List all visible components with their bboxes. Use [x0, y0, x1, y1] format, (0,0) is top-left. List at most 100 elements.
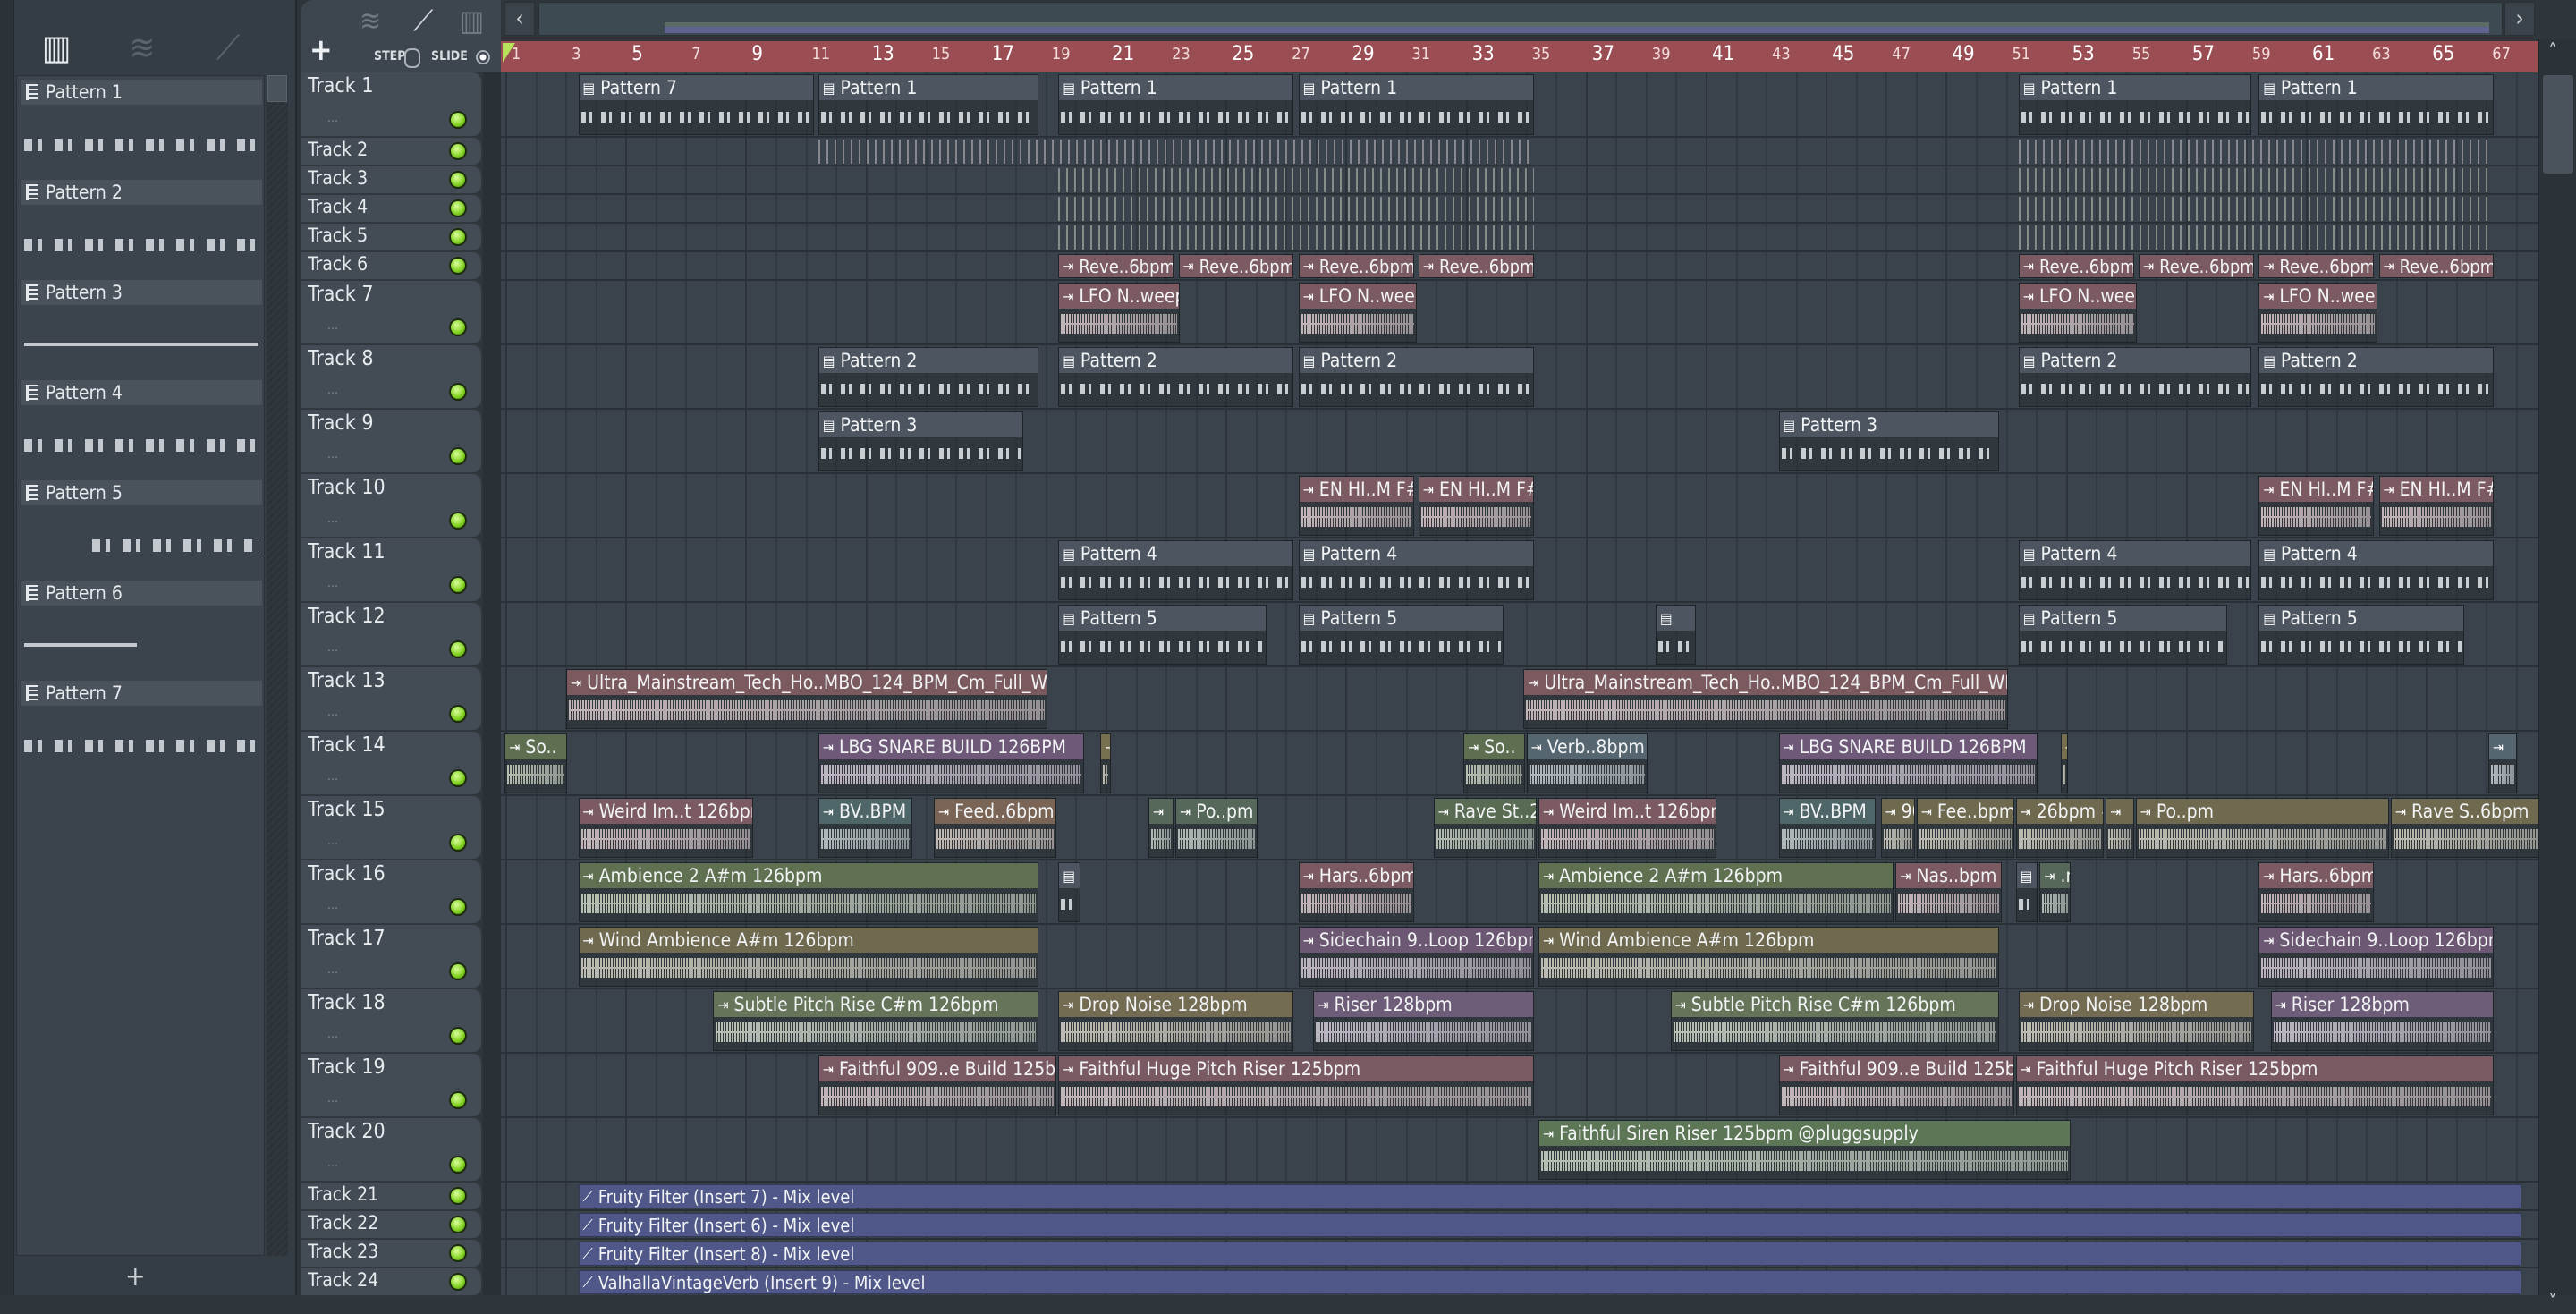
track-options-dots[interactable]: ···: [327, 966, 338, 980]
track-options-dots[interactable]: ···: [327, 1095, 338, 1109]
clip-header[interactable]: ⇥ Faithful Siren Riser 125bpm @pluggsuppl…: [1539, 1121, 2071, 1146]
audio-wave-icon[interactable]: ≋: [122, 27, 163, 68]
panel-edge-handle[interactable]: [0, 0, 14, 1295]
track-mute-led[interactable]: [449, 769, 467, 787]
pattern-clip[interactable]: ▤: [1655, 605, 1696, 665]
pattern-clip[interactable]: ▤ Pattern 1: [1058, 74, 1294, 135]
audio-clip[interactable]: ⇥ Reve..6bpm: [2139, 254, 2254, 278]
clip-header[interactable]: ⇥ Po..pm: [1176, 799, 1258, 824]
clip-header[interactable]: ⇥ Reve..6bpm: [1419, 255, 1533, 277]
scroll-up-arrow[interactable]: ˄: [2548, 41, 2557, 64]
ruler-bar-label[interactable]: 61: [2312, 43, 2334, 65]
track-mute-led[interactable]: [449, 171, 467, 189]
pattern-clip[interactable]: ▤ Pattern 5: [2018, 605, 2227, 665]
ruler-bar-label[interactable]: 43: [1772, 45, 1791, 64]
pattern-header[interactable]: Pattern 6: [21, 581, 262, 606]
pattern-clip[interactable]: [2018, 225, 2495, 250]
track-header[interactable]: Track 13 ···: [301, 667, 481, 732]
clip-header[interactable]: ⇥Faithful 909..e Build 125bpm: [1779, 1056, 2013, 1081]
ruler-bar-label[interactable]: 17: [992, 43, 1014, 65]
clip-header[interactable]: ▤ Pattern 3: [1779, 412, 1998, 437]
pattern-clip[interactable]: [1058, 197, 1534, 221]
pattern-clip[interactable]: ▤ Pattern 3: [818, 411, 1024, 471]
audio-clip[interactable]: ⇥ So..: [504, 733, 568, 793]
clip-header[interactable]: ⇥ LBG SNARE BUILD 126BPM: [818, 734, 1083, 759]
ruler-bar-label[interactable]: 67: [2492, 45, 2511, 64]
audio-clip[interactable]: ⇥ Ambience 2 A#m 126bpm: [578, 862, 1039, 922]
audio-clip[interactable]: ⇥ LFO N..weep: [2258, 283, 2377, 343]
clip-header[interactable]: ⟋ ValhallaVintageVerb (Insert 9) - Mix le…: [579, 1271, 2521, 1293]
ruler-bar-label[interactable]: 55: [2132, 45, 2151, 64]
clip-header[interactable]: ⇥ Riser 128bpm: [2271, 992, 2494, 1017]
pattern-clip[interactable]: ▤ Pattern 1: [1298, 74, 1534, 135]
track-name[interactable]: Track 2: [308, 139, 368, 160]
audio-clip[interactable]: ⇥ Riser 128bpm: [2270, 991, 2495, 1051]
track-name[interactable]: Track 12: [308, 605, 386, 628]
clip-header[interactable]: ⇥: [2061, 734, 2067, 759]
pattern-list-item[interactable]: Pattern 5: [21, 480, 262, 577]
audio-clip[interactable]: ⇥ .m: [2039, 862, 2072, 922]
track-mute-led[interactable]: [449, 1216, 467, 1233]
clip-header[interactable]: ⇥ Weird Im..t 126bpm: [1539, 799, 1716, 824]
pattern-clip[interactable]: [2018, 168, 2495, 192]
scrollbar-thumb[interactable]: [2543, 75, 2573, 174]
ruler-bar-label[interactable]: 39: [1652, 45, 1671, 64]
slide-toggle[interactable]: [476, 50, 490, 64]
clip-header[interactable]: ▤ Pattern 5: [2259, 606, 2463, 631]
clip-header[interactable]: ⇥: [1148, 799, 1174, 824]
ruler-bar-label[interactable]: 45: [1832, 43, 1854, 65]
track-header[interactable]: Track 22: [301, 1211, 481, 1240]
track-header[interactable]: Track 7 ···: [301, 281, 481, 345]
audio-clip[interactable]: ⇥ LFO N..weep: [1058, 283, 1180, 343]
track-name[interactable]: Track 18: [308, 991, 386, 1014]
track-name[interactable]: Track 9: [308, 411, 374, 435]
track-name[interactable]: Track 20: [308, 1120, 386, 1143]
track-options-dots[interactable]: ···: [327, 114, 338, 129]
ruler-bar-label[interactable]: 21: [1112, 43, 1134, 65]
ruler-bar-label[interactable]: 19: [1052, 45, 1071, 64]
ruler-bar-label[interactable]: 31: [1412, 45, 1431, 64]
track-mute-led[interactable]: [449, 257, 467, 275]
pattern-clip[interactable]: ▤ Pattern 7: [578, 74, 814, 135]
piano-roll-icon[interactable]: ▥: [460, 4, 484, 38]
track-mute-led[interactable]: [449, 576, 467, 594]
clip-header[interactable]: ⟋ Fruity Filter (Insert 7) - Mix level: [579, 1185, 2521, 1208]
pattern-header[interactable]: Pattern 7: [21, 681, 262, 706]
track-mute-led[interactable]: [449, 1027, 467, 1045]
track-header[interactable]: Track 15 ···: [301, 796, 481, 860]
track-options-dots[interactable]: ···: [327, 580, 338, 594]
audio-wave-icon[interactable]: ≋: [360, 4, 381, 38]
track-mute-led[interactable]: [449, 142, 467, 160]
track-name[interactable]: Track 10: [308, 476, 386, 499]
clip-header[interactable]: ▤: [1059, 863, 1080, 888]
pattern-list-item[interactable]: Pattern 7: [21, 681, 262, 777]
clip-header[interactable]: ⇥ Feed..6bpm: [935, 799, 1056, 824]
clip-header[interactable]: ⇥: [1101, 734, 1110, 759]
clip-header[interactable]: ⇥ Ambience 2 A#m 126bpm: [1539, 863, 1894, 888]
track-mute-led[interactable]: [449, 228, 467, 246]
clip-header[interactable]: ▤: [2016, 863, 2038, 888]
track-header[interactable]: Track 12 ···: [301, 603, 481, 667]
track-header[interactable]: Track 16 ···: [301, 860, 481, 925]
audio-clip[interactable]: ⇥ Faithful Huge Pitch Riser 125bpm: [2015, 1055, 2495, 1115]
track-header[interactable]: Track 2: [301, 138, 481, 166]
ruler-bar-label[interactable]: 15: [932, 45, 951, 64]
clip-header[interactable]: ▤: [1656, 606, 1695, 631]
pattern-header[interactable]: Pattern 5: [21, 480, 262, 505]
pattern-clip[interactable]: ▤ Pattern 4: [2258, 540, 2495, 600]
audio-clip[interactable]: ⇥ Rave S..6bpm: [2390, 798, 2538, 858]
track-name[interactable]: Track 4: [308, 196, 368, 217]
pattern-clip[interactable]: ▤ Pattern 1: [2258, 74, 2495, 135]
audio-clip[interactable]: ⇥ Ultra_Mainstream_Tech_Ho..MBO_124_BPM_C…: [1523, 669, 2008, 729]
automation-clip[interactable]: ⟋ ValhallaVintageVerb (Insert 9) - Mix le…: [578, 1270, 2521, 1294]
track-header[interactable]: Track 6: [301, 252, 481, 281]
clip-header[interactable]: ⇥Faithful 909..e Build 125bpm: [818, 1056, 1056, 1081]
clip-header[interactable]: ⇥ Reve..6bpm: [1299, 255, 1413, 277]
pattern-clip[interactable]: ▤ Pattern 2: [2018, 347, 2251, 407]
clip-header[interactable]: ▤ Pattern 1: [2019, 75, 2250, 100]
clip-header[interactable]: ▤ Pattern 5: [2019, 606, 2226, 631]
audio-clip[interactable]: ⇥ Verb..8bpm: [1526, 733, 1648, 793]
clip-header[interactable]: ▤ Pattern 2: [1059, 348, 1293, 373]
track-name[interactable]: Track 19: [308, 1055, 386, 1079]
ruler-bar-label[interactable]: 7: [691, 45, 700, 64]
